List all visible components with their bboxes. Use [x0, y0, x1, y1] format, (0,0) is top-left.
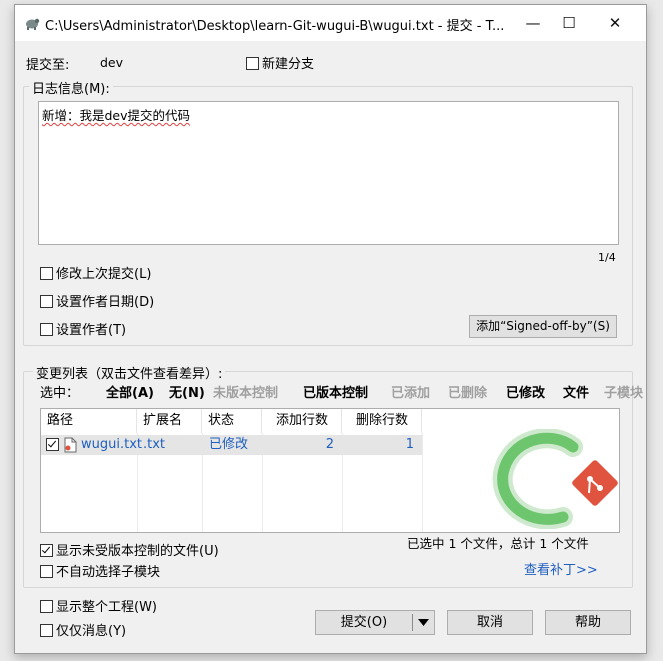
set-author-date-checkbox-box[interactable] [40, 295, 53, 308]
filter-all-link[interactable]: 全部(A) [106, 382, 154, 401]
changes-group-label: 变更列表（双击文件查看差异）: [33, 363, 226, 382]
commit-split-button: 提交(O) [315, 610, 435, 635]
tortoisegit-logo-icon [492, 429, 618, 529]
show-unversioned-checkbox[interactable]: 显示未受版本控制的文件(U) [40, 540, 219, 559]
no-auto-submodule-checkbox[interactable]: 不自动选择子模块 [40, 561, 160, 580]
filter-unversioned-link[interactable]: 未版本控制 [213, 382, 278, 401]
new-branch-checkbox[interactable]: 新建分支 [246, 53, 314, 72]
column-header-path[interactable]: 路径 [41, 409, 137, 433]
maximize-icon: ☐ [562, 14, 576, 32]
close-button[interactable]: ✕ [592, 5, 638, 41]
message-only-checkbox-box[interactable] [40, 624, 53, 637]
message-group-label: 日志信息(M): [29, 78, 113, 97]
maximize-button[interactable]: ☐ [546, 5, 592, 41]
show-whole-project-checkbox[interactable]: 显示整个工程(W) [40, 596, 157, 615]
column-header-extension[interactable]: 扩展名 [137, 409, 202, 433]
show-whole-project-checkbox-box[interactable] [40, 600, 53, 613]
filter-added-link[interactable]: 已添加 [391, 382, 430, 401]
column-header-lines-added[interactable]: 添加行数 [262, 409, 342, 433]
new-branch-label: 新建分支 [262, 57, 315, 72]
close-icon: ✕ [608, 14, 622, 32]
row-path: wugui.txt [81, 437, 142, 452]
window-title: C:\Users\Administrator\Desktop\learn-Git… [45, 19, 505, 34]
filter-versioned-link[interactable]: 已版本控制 [303, 382, 368, 401]
show-whole-project-label: 显示整个工程(W) [56, 600, 157, 615]
new-branch-checkbox-box[interactable] [246, 57, 259, 70]
select-label: 选中： [40, 386, 80, 401]
cancel-button[interactable]: 取消 [447, 610, 533, 635]
show-unversioned-checkbox-box[interactable] [40, 544, 53, 557]
filter-none-link[interactable]: 无(N) [169, 382, 205, 401]
no-auto-submodule-checkbox-box[interactable] [40, 565, 53, 578]
column-header-lines-deleted[interactable]: 删除行数 [342, 409, 422, 433]
text-file-icon [64, 437, 77, 453]
message-only-label: 仅仅消息(Y) [56, 624, 127, 639]
tortoisegit-app-icon [26, 18, 40, 30]
selection-summary: 已选中 1 个文件，总计 1 个文件 [407, 536, 589, 551]
message-page-indicator: 1/4 [598, 251, 616, 264]
set-author-checkbox-box[interactable] [40, 323, 53, 336]
commit-message-text: 新增：我是dev提交的代码 [42, 108, 191, 123]
help-button[interactable]: 帮助 [545, 610, 631, 635]
no-auto-submodule-label: 不自动选择子模块 [56, 565, 161, 580]
commit-to-label: 提交至: [26, 58, 70, 73]
split-divider [412, 614, 413, 631]
commit-button[interactable]: 提交(O) [316, 611, 412, 634]
view-patch-link[interactable]: 查看补丁>> [524, 559, 598, 578]
show-unversioned-label: 显示未受版本控制的文件(U) [56, 544, 219, 559]
dropdown-arrow-icon[interactable] [418, 619, 429, 627]
minimize-icon: — [525, 14, 541, 32]
set-author-checkbox[interactable]: 设置作者(T) [40, 319, 126, 338]
set-author-date-checkbox[interactable]: 设置作者日期(D) [40, 291, 154, 310]
filter-deleted-link[interactable]: 已删除 [448, 382, 487, 401]
amend-checkbox[interactable]: 修改上次提交(L) [40, 263, 151, 282]
branch-name: dev [100, 55, 124, 70]
row-checkbox-box[interactable] [46, 438, 59, 451]
column-header-status[interactable]: 状态 [202, 409, 262, 433]
changed-files-list[interactable]: 路径 扩展名 状态 添加行数 删除行数 wugui.txt .txt 已修改 2… [40, 408, 620, 533]
row-checkbox[interactable] [46, 438, 62, 453]
commit-dialog: C:\Users\Administrator\Desktop\learn-Git… [14, 4, 647, 654]
signed-off-by-button[interactable]: 添加“Signed-off-by”(S) [469, 315, 617, 338]
set-author-label: 设置作者(T) [56, 323, 127, 338]
filter-submodules-link[interactable]: 子模块 [604, 382, 646, 401]
message-only-checkbox[interactable]: 仅仅消息(Y) [40, 620, 126, 639]
amend-checkbox-box[interactable] [40, 267, 53, 280]
row-status: 已修改 [209, 437, 249, 452]
filter-files-link[interactable]: 文件 [563, 382, 589, 401]
set-author-date-label: 设置作者日期(D) [56, 295, 155, 310]
row-lines-added: 2 [325, 437, 334, 452]
filter-modified-link[interactable]: 已修改 [506, 382, 545, 401]
row-lines-deleted: 1 [405, 437, 414, 452]
title-bar[interactable]: C:\Users\Administrator\Desktop\learn-Git… [15, 5, 646, 41]
commit-message-editor[interactable]: 新增：我是dev提交的代码 [38, 101, 619, 245]
column-divider [422, 433, 423, 532]
row-extension: .txt [143, 437, 166, 452]
amend-label: 修改上次提交(L) [56, 267, 152, 282]
